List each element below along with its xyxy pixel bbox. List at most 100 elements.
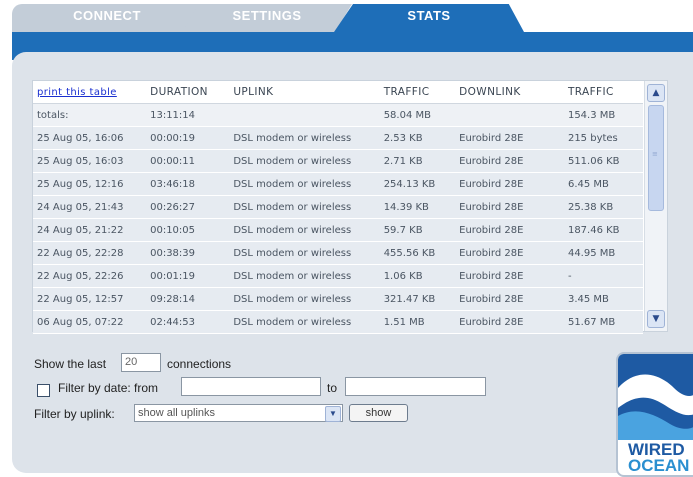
connections-label: connections [167, 357, 232, 371]
table-cell: 00:26:27 [146, 195, 230, 219]
table-cell: 154.3 MB [563, 103, 643, 127]
table-cell: DSL modem or wireless [229, 149, 380, 173]
table-cell: 25 Aug 05, 16:06 [33, 126, 147, 150]
table-header-row: print this table DURATION UPLINK TRAFFIC… [33, 81, 643, 104]
table-cell: 06 Aug 05, 07:22 [33, 310, 147, 334]
table-cell: 14.39 KB [379, 195, 456, 219]
wave-logo-icon [618, 354, 693, 440]
table-cell: 215 bytes [563, 126, 643, 150]
table-cell: 02:44:53 [146, 310, 230, 334]
table-cell: 2.71 KB [379, 149, 456, 173]
filter-date-label: Filter by date: from [58, 381, 159, 395]
table-cell: Eurobird 28E [455, 287, 564, 311]
table-cell: Eurobird 28E [455, 195, 564, 219]
table-cell: 44.95 MB [563, 241, 643, 265]
table-cell: DSL modem or wireless [229, 264, 380, 288]
date-to-input[interactable] [345, 377, 486, 396]
table-cell: Eurobird 28E [455, 218, 564, 242]
show-last-label: Show the last [34, 357, 107, 371]
table-cell: 00:01:19 [146, 264, 230, 288]
table-cell: 1.51 MB [379, 310, 456, 334]
uplink-select-value: show all uplinks [138, 407, 216, 419]
table-cell: DSL modem or wireless [229, 218, 380, 242]
grip-icon: ≡ [652, 150, 658, 158]
table-cell: DSL modem or wireless [229, 195, 380, 219]
table-cell [229, 103, 380, 127]
date-from-input[interactable] [181, 377, 321, 396]
print-table-link[interactable]: print this table [37, 87, 117, 98]
table-cell: 6.45 MB [563, 172, 643, 196]
table-cell: DSL modem or wireless [229, 126, 380, 150]
header-uplink: UPLINK [229, 81, 380, 104]
table-cell: 25 Aug 05, 16:03 [33, 149, 147, 173]
table-cell: Eurobird 28E [455, 264, 564, 288]
table-cell: 00:00:19 [146, 126, 230, 150]
table-scrollbar[interactable]: ▲ ≡ ▼ [644, 81, 667, 331]
logo-text-ocean: OCEAN [628, 456, 690, 475]
table-cell: 24 Aug 05, 21:22 [33, 218, 147, 242]
table-cell [455, 103, 564, 127]
table-cell: 09:28:14 [146, 287, 230, 311]
table-cell: 03:46:18 [146, 172, 230, 196]
table-cell: Eurobird 28E [455, 310, 564, 334]
tab-connect[interactable]: CONNECT [12, 4, 202, 32]
connections-table-box: print this table DURATION UPLINK TRAFFIC… [32, 80, 668, 334]
table-cell: Eurobird 28E [455, 172, 564, 196]
header-duration: DURATION [146, 81, 230, 104]
tab-stats[interactable]: STATS [334, 4, 524, 32]
uplink-select[interactable]: show all uplinks ▼ [134, 404, 343, 422]
table-row: 22 Aug 05, 22:26 00:01:19 DSL modem or w… [33, 264, 643, 288]
table-cell: DSL modem or wireless [229, 172, 380, 196]
filter-uplink-label: Filter by uplink: [34, 407, 115, 421]
table-cell: 22 Aug 05, 12:57 [33, 287, 147, 311]
table-cell: Eurobird 28E [455, 149, 564, 173]
table-row: 06 Aug 05, 07:22 02:44:53 DSL modem or w… [33, 310, 643, 334]
show-button[interactable]: show [349, 404, 408, 422]
table-cell: 00:00:11 [146, 149, 230, 173]
table-cell: DSL modem or wireless [229, 287, 380, 311]
scroll-down-icon[interactable]: ▼ [647, 310, 665, 328]
table-cell: 455.56 KB [379, 241, 456, 265]
show-last-input[interactable]: 20 [121, 353, 161, 372]
table-cell: 511.06 KB [563, 149, 643, 173]
table-cell: 22 Aug 05, 22:26 [33, 264, 147, 288]
table-cell: - [563, 264, 643, 288]
table-cell: 3.45 MB [563, 287, 643, 311]
scroll-up-icon[interactable]: ▲ [647, 84, 665, 102]
table-cell: DSL modem or wireless [229, 241, 380, 265]
table-cell: 24 Aug 05, 21:43 [33, 195, 147, 219]
scroll-thumb[interactable]: ≡ [648, 105, 664, 211]
table-cell: 321.47 KB [379, 287, 456, 311]
header-downlink: DOWNLINK [455, 81, 564, 104]
table-cell: 2.53 KB [379, 126, 456, 150]
table-cell: 1.06 KB [379, 264, 456, 288]
chevron-down-icon[interactable]: ▼ [325, 406, 341, 422]
table-cell: 22 Aug 05, 22:28 [33, 241, 147, 265]
totals-row: totals: 13:11:14 58.04 MB 154.3 MB [33, 103, 643, 127]
table-row: 24 Aug 05, 21:22 00:10:05 DSL modem or w… [33, 218, 643, 242]
table-cell: 00:10:05 [146, 218, 230, 242]
table-cell: Eurobird 28E [455, 126, 564, 150]
table-cell: 254.13 KB [379, 172, 456, 196]
tab-settings[interactable]: SETTINGS [182, 4, 352, 32]
header-downlink-traffic: TRAFFIC [563, 81, 643, 104]
header-uplink-traffic: TRAFFIC [379, 81, 456, 104]
table-cell: 25.38 KB [563, 195, 643, 219]
table-cell: Eurobird 28E [455, 241, 564, 265]
table-row: 24 Aug 05, 21:43 00:26:27 DSL modem or w… [33, 195, 643, 219]
table-cell: 13:11:14 [146, 103, 230, 127]
filter-by-date-checkbox[interactable] [37, 384, 50, 397]
table-cell: 187.46 KB [563, 218, 643, 242]
table-row: 25 Aug 05, 12:16 03:46:18 DSL modem or w… [33, 172, 643, 196]
table-cell: 00:38:39 [146, 241, 230, 265]
table-row: 22 Aug 05, 12:57 09:28:14 DSL modem or w… [33, 287, 643, 311]
table-row: 22 Aug 05, 22:28 00:38:39 DSL modem or w… [33, 241, 643, 265]
tab-bar: CONNECT SETTINGS STATS [0, 0, 693, 32]
wired-ocean-logo: WIRED OCEAN [616, 352, 693, 477]
table-cell: 58.04 MB [379, 103, 456, 127]
table-row: 25 Aug 05, 16:06 00:00:19 DSL modem or w… [33, 126, 643, 150]
table-cell: 51.67 MB [563, 310, 643, 334]
to-label: to [327, 381, 338, 395]
table-row: 25 Aug 05, 16:03 00:00:11 DSL modem or w… [33, 149, 643, 173]
table-cell: DSL modem or wireless [229, 310, 380, 334]
